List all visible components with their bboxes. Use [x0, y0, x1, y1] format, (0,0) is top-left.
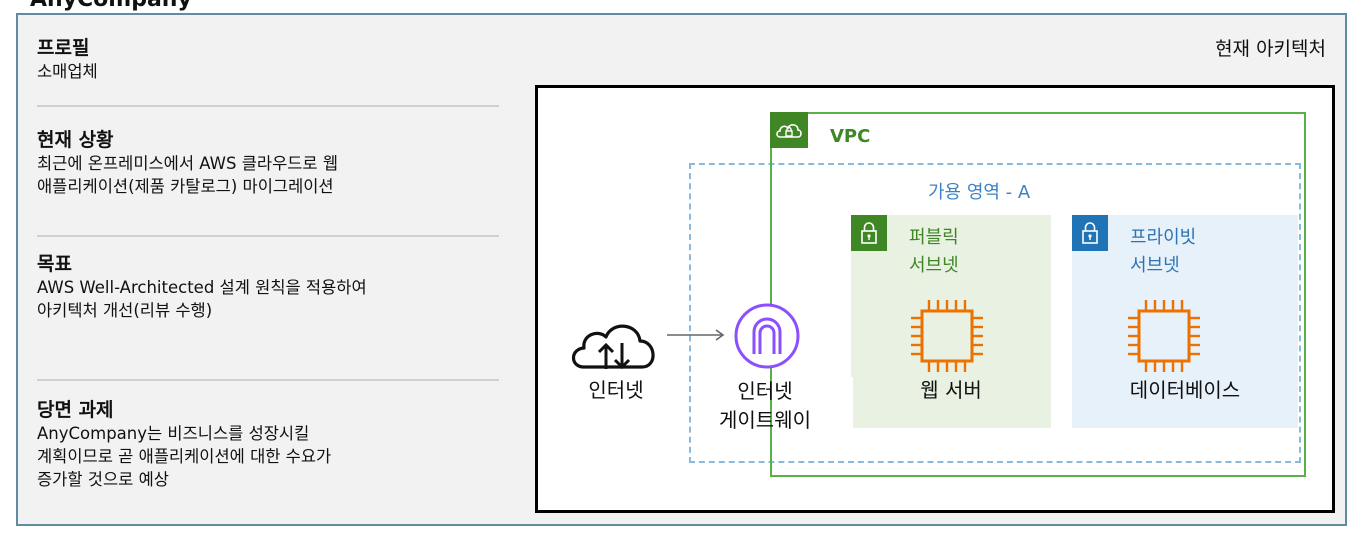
goal-title: 목표	[37, 253, 72, 275]
slide-title-partial: AnyCompany	[30, 0, 192, 12]
challenge-body: AnyCompany는 비즈니스를 성장시킬 계획이므로 곧 애플리케이션에 대…	[37, 424, 332, 489]
private-subnet-label: 프라이빗 서브넷	[1130, 227, 1197, 276]
az-label: 가용 영역 - A	[928, 182, 1031, 203]
mask	[840, 377, 853, 431]
architecture-title: 현재 아키텍처	[1215, 38, 1326, 60]
situation-body: 최근에 온프레미스에서 AWS 클라우드로 웹 애플리케이션(제품 카탈로그) …	[37, 154, 339, 196]
web-server-label: 웹 서버	[920, 378, 982, 402]
divider	[37, 379, 499, 381]
situation-title: 현재 상황	[37, 129, 114, 151]
internet-label: 인터넷	[588, 378, 644, 402]
arrow-icon	[667, 329, 725, 341]
vpc-label: VPC	[830, 126, 871, 147]
igw-label: 인터넷 게이트웨이	[719, 379, 811, 432]
public-subnet-label: 퍼블릭 서브넷	[909, 227, 959, 276]
chip-icon	[1128, 300, 1200, 372]
profile-body: 소매업체	[37, 62, 98, 81]
lock-icon	[1072, 215, 1108, 251]
lock-icon	[851, 215, 887, 251]
divider	[37, 105, 499, 107]
divider	[37, 235, 499, 237]
challenge-title: 당면 과제	[37, 399, 114, 421]
goal-section: 목표 AWS Well-Architected 설계 원칙을 적용하여 아키텍처…	[37, 252, 502, 322]
internet-icon	[571, 324, 655, 370]
database-label: 데이터베이스	[1129, 378, 1241, 402]
situation-section: 현재 상황 최근에 온프레미스에서 AWS 클라우드로 웹 애플리케이션(제품 …	[37, 128, 502, 198]
internet-gateway-icon	[734, 303, 800, 369]
goal-body: AWS Well-Architected 설계 원칙을 적용하여 아키텍처 개선…	[37, 278, 367, 320]
chip-icon	[911, 300, 983, 372]
challenge-section: 당면 과제 AnyCompany는 비즈니스를 성장시킬 계획이므로 곧 애플리…	[37, 398, 502, 491]
top-strip	[0, 0, 1362, 10]
profile-title: 프로필	[37, 37, 90, 59]
vpc-cloud-icon	[770, 112, 808, 148]
profile-section: 프로필 소매업체	[37, 36, 502, 83]
